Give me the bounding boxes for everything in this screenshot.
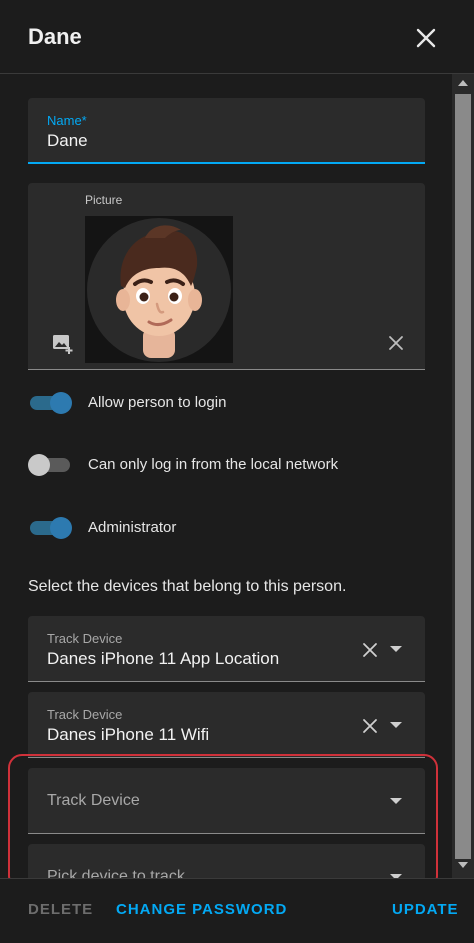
name-field[interactable]: Name* Dane	[28, 98, 425, 164]
local-only-switch[interactable]	[28, 454, 72, 476]
device-select-placeholder: Track Device	[47, 792, 140, 809]
close-icon[interactable]	[414, 26, 438, 50]
device-select-label: Track Device	[47, 707, 123, 722]
scroll-down-arrow-icon[interactable]	[458, 862, 468, 868]
device-select-4[interactable]: Pick device to track	[28, 844, 425, 878]
close-icon[interactable]	[388, 335, 404, 351]
name-field-value[interactable]: Dane	[47, 131, 88, 151]
device-select-1[interactable]: Track Device Danes iPhone 11 App Locatio…	[28, 616, 425, 682]
allow-login-label: Allow person to login	[88, 394, 227, 411]
clear-icon[interactable]	[362, 642, 378, 658]
add-photo-icon[interactable]	[52, 333, 74, 355]
dropdown-arrow-icon[interactable]	[390, 646, 402, 652]
device-select-value: Danes iPhone 11 App Location	[47, 649, 280, 668]
device-select-2[interactable]: Track Device Danes iPhone 11 Wifi	[28, 692, 425, 758]
administrator-label: Administrator	[88, 519, 177, 536]
dialog-header: Dane	[0, 0, 474, 74]
toggle-local-only: Can only log in from the local network	[28, 450, 428, 480]
scrollbar[interactable]	[452, 74, 474, 878]
clear-icon[interactable]	[362, 718, 378, 734]
picture-label: Picture	[85, 193, 123, 207]
avatar-picture[interactable]	[85, 216, 233, 363]
allow-login-switch[interactable]	[28, 392, 72, 414]
dropdown-arrow-icon[interactable]	[390, 722, 402, 728]
picture-upload: Picture	[28, 183, 425, 370]
name-field-label: Name*	[47, 113, 87, 128]
change-password-button[interactable]: CHANGE PASSWORD	[116, 901, 287, 918]
toggle-administrator: Administrator	[28, 513, 428, 543]
switch-knob	[28, 454, 50, 476]
switch-knob	[50, 517, 72, 539]
devices-section-text: Select the devices that belong to this p…	[28, 578, 347, 595]
scrollbar-thumb[interactable]	[455, 94, 471, 859]
local-only-label: Can only log in from the local network	[88, 456, 339, 473]
device-select-label: Track Device	[47, 631, 123, 646]
delete-button[interactable]: DELETE	[28, 901, 93, 918]
dialog-content: Name* Dane Picture Allow person to login…	[0, 74, 452, 878]
update-button[interactable]: UPDATE	[392, 901, 459, 918]
device-select-value: Danes iPhone 11 Wifi	[47, 725, 210, 744]
dialog-footer: DELETE CHANGE PASSWORD UPDATE	[0, 878, 474, 943]
dropdown-arrow-icon[interactable]	[390, 798, 402, 804]
toggle-allow-login: Allow person to login	[28, 388, 428, 418]
switch-knob	[50, 392, 72, 414]
dialog-title: Dane	[28, 24, 82, 49]
device-select-3[interactable]: Track Device	[28, 768, 425, 834]
administrator-switch[interactable]	[28, 517, 72, 539]
avatar-image	[85, 216, 233, 363]
scroll-up-arrow-icon[interactable]	[458, 80, 468, 86]
device-select-placeholder: Pick device to track	[47, 868, 185, 878]
